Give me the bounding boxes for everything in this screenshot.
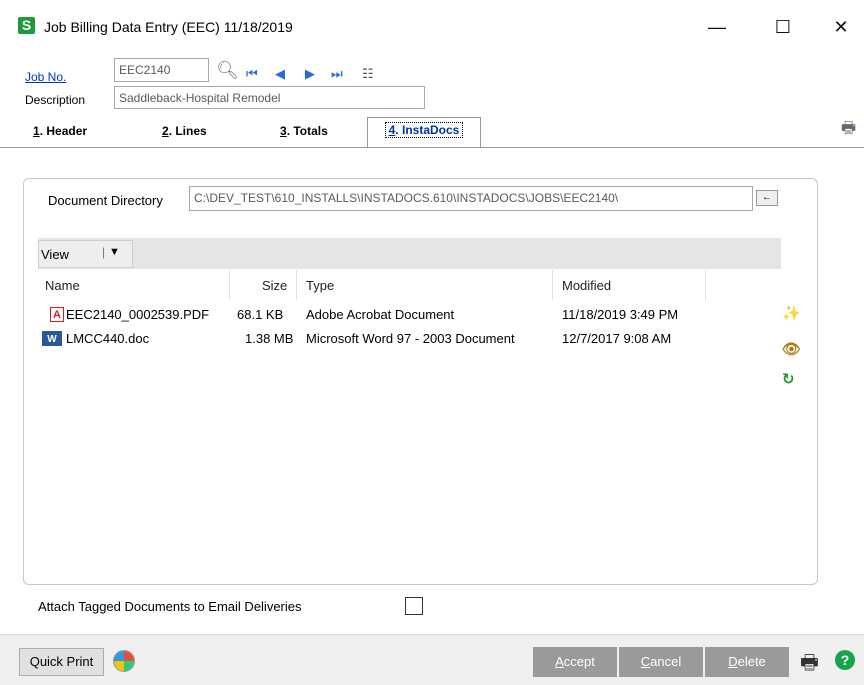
- refresh-icon[interactable]: ↻: [782, 370, 795, 388]
- help-icon[interactable]: ?: [835, 650, 855, 670]
- file-type: Adobe Acrobat Document: [306, 307, 455, 322]
- delete-button[interactable]: Delete: [705, 647, 789, 677]
- column-header-modified[interactable]: Modified: [562, 278, 611, 293]
- column-separator: [296, 270, 297, 300]
- minimize-button[interactable]: —: [694, 10, 740, 44]
- tab-totals[interactable]: 3. Totals: [280, 124, 328, 138]
- column-header-size[interactable]: Size: [262, 278, 287, 293]
- column-separator: [552, 270, 553, 300]
- file-size: 1.38 MB: [245, 331, 294, 346]
- file-modified: 12/7/2017 9:08 AM: [562, 331, 672, 346]
- view-separator: |: [102, 245, 106, 259]
- title-bar: S Job Billing Data Entry (EEC) 11/18/201…: [0, 0, 864, 44]
- view-toolbar: [38, 238, 781, 269]
- document-directory-label: Document Directory: [48, 193, 163, 208]
- next-record-icon[interactable]: ▶︎: [305, 66, 315, 82]
- column-separator: [705, 270, 706, 300]
- last-record-icon[interactable]: ⏭︎: [331, 66, 343, 82]
- tab-lines[interactable]: 2. Lines: [162, 124, 207, 138]
- view-button[interactable]: View | ▼: [38, 240, 133, 268]
- accept-button[interactable]: Accept: [533, 647, 617, 677]
- cancel-button[interactable]: Cancel: [619, 647, 703, 677]
- attach-tagged-label: Attach Tagged Documents to Email Deliver…: [38, 599, 302, 614]
- tab-header[interactable]: 1. Header: [33, 124, 87, 138]
- column-header-name[interactable]: Name: [45, 278, 80, 293]
- pdf-file-icon: A: [50, 307, 64, 322]
- printer-icon[interactable]: 🖶︎: [800, 648, 819, 682]
- view-label: View: [41, 247, 69, 262]
- document-directory-field[interactable]: C:\DEV_TEST\610_INSTALLS\INSTADOCS.610\I…: [189, 186, 753, 211]
- description-field[interactable]: Saddleback-Hospital Remodel: [114, 86, 425, 109]
- attach-tagged-checkbox[interactable]: [405, 597, 423, 615]
- word-file-icon: W: [42, 331, 62, 346]
- list-icon[interactable]: ☷: [362, 66, 374, 82]
- column-header-type[interactable]: Type: [306, 278, 334, 293]
- tab-divider: [0, 147, 864, 148]
- chevron-down-icon[interactable]: ▼: [109, 246, 120, 258]
- previous-record-icon[interactable]: ◀︎: [275, 66, 285, 82]
- quick-print-button[interactable]: Quick Print: [19, 648, 104, 676]
- search-icon[interactable]: 🔍︎: [216, 60, 239, 81]
- tab-strip: 1. Header 2. Lines 3. Totals 4. InstaDoc…: [0, 116, 864, 148]
- first-record-icon[interactable]: ⏮︎: [246, 66, 258, 82]
- file-type: Microsoft Word 97 - 2003 Document: [306, 331, 515, 346]
- window: S Job Billing Data Entry (EEC) 11/18/201…: [0, 0, 864, 685]
- tab-instadocs[interactable]: 4. InstaDocs: [367, 117, 481, 148]
- windows-logo-icon[interactable]: [113, 650, 135, 672]
- browse-folder-icon[interactable]: ←: [756, 190, 778, 206]
- maximize-button[interactable]: ☐: [760, 10, 806, 44]
- magic-wand-icon[interactable]: ✨: [782, 304, 801, 322]
- file-name[interactable]: LMCC440.doc: [66, 331, 149, 346]
- file-name[interactable]: EEC2140_0002539.PDF: [66, 307, 209, 322]
- job-no-field[interactable]: EEC2140: [114, 58, 209, 82]
- column-separator: [229, 270, 230, 300]
- print-preview-icon[interactable]: 🖶︎: [841, 117, 856, 144]
- file-size: 68.1 KB: [237, 307, 284, 322]
- binoculars-icon[interactable]: 👁︎: [782, 340, 801, 358]
- file-modified: 11/18/2019 3:49 PM: [562, 307, 679, 322]
- app-icon: S: [18, 17, 35, 34]
- close-button[interactable]: ✕: [818, 10, 864, 44]
- window-title: Job Billing Data Entry (EEC) 11/18/2019: [44, 19, 293, 35]
- description-label: Description: [25, 93, 86, 107]
- job-no-link[interactable]: Job No.: [25, 70, 66, 84]
